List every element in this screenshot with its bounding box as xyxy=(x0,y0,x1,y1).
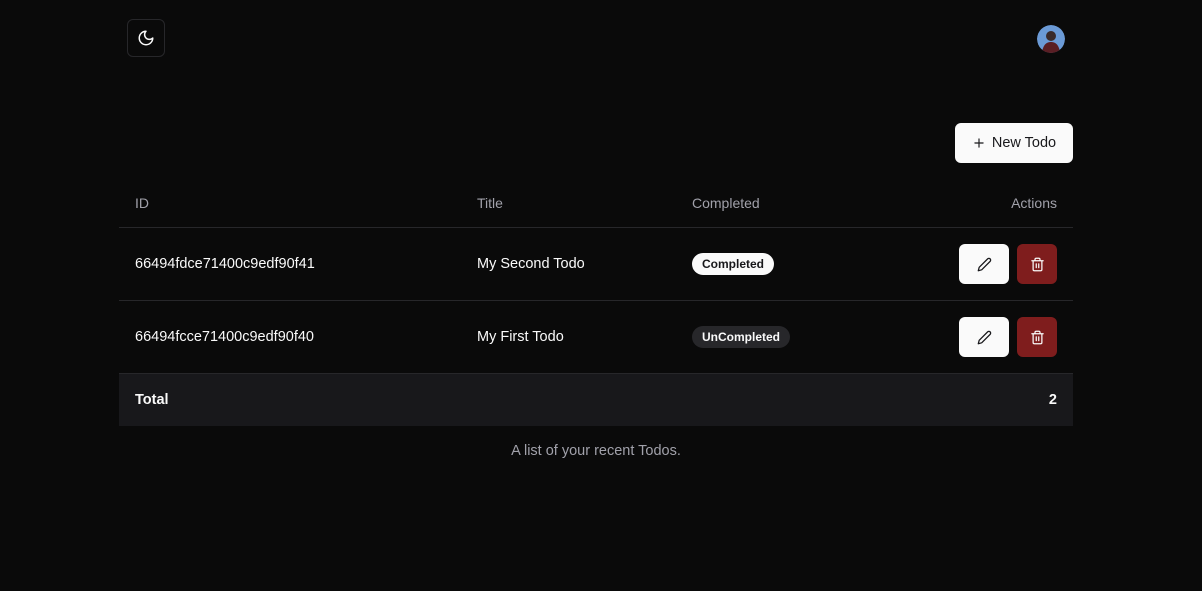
column-header-title: Title xyxy=(477,195,503,211)
row-actions xyxy=(959,317,1057,357)
todo-table: ID Title Completed Actions 66494fdce7140… xyxy=(119,179,1073,426)
theme-toggle-button[interactable] xyxy=(127,19,165,57)
trash-icon xyxy=(1030,257,1044,271)
new-todo-button[interactable]: New Todo xyxy=(955,123,1073,163)
row-actions xyxy=(959,244,1057,284)
todo-page: New Todo ID Title Completed Actions 6649… xyxy=(0,0,1202,591)
table-row: 66494fdce71400c9edf90f41 My Second Todo … xyxy=(119,228,1073,301)
todo-id: 66494fcce71400c9edf90f40 xyxy=(135,329,314,345)
column-header-id: ID xyxy=(135,195,149,211)
todo-title: My Second Todo xyxy=(477,256,585,272)
column-header-actions: Actions xyxy=(1011,195,1057,211)
actions-cell xyxy=(959,317,1057,357)
total-value: 2 xyxy=(1048,392,1057,408)
status-cell: UnCompleted xyxy=(692,326,790,348)
status-badge: UnCompleted xyxy=(692,326,790,348)
actions-cell xyxy=(959,244,1057,284)
edit-button[interactable] xyxy=(959,317,1009,357)
todo-title: My First Todo xyxy=(477,329,564,345)
plus-icon xyxy=(974,138,984,148)
column-header-completed: Completed xyxy=(692,195,760,211)
table-footer: Total 2 xyxy=(119,374,1073,426)
delete-button[interactable] xyxy=(1017,244,1057,284)
trash-icon xyxy=(1030,330,1044,344)
todo-id: 66494fdce71400c9edf90f41 xyxy=(135,256,315,272)
avatar[interactable] xyxy=(1037,25,1065,53)
pencil-icon xyxy=(977,330,991,344)
total-label: Total xyxy=(135,392,169,408)
new-todo-label: New Todo xyxy=(991,135,1057,151)
table-row: 66494fcce71400c9edf90f40 My First Todo U… xyxy=(119,301,1073,374)
moon-icon xyxy=(138,30,154,46)
table-caption: A list of your recent Todos. xyxy=(511,443,681,459)
edit-button[interactable] xyxy=(959,244,1009,284)
delete-button[interactable] xyxy=(1017,317,1057,357)
status-badge: Completed xyxy=(692,253,775,275)
table-header: ID Title Completed Actions xyxy=(119,179,1073,228)
status-cell: Completed xyxy=(692,253,775,275)
user-avatar-image xyxy=(1037,25,1065,53)
pencil-icon xyxy=(977,257,991,271)
